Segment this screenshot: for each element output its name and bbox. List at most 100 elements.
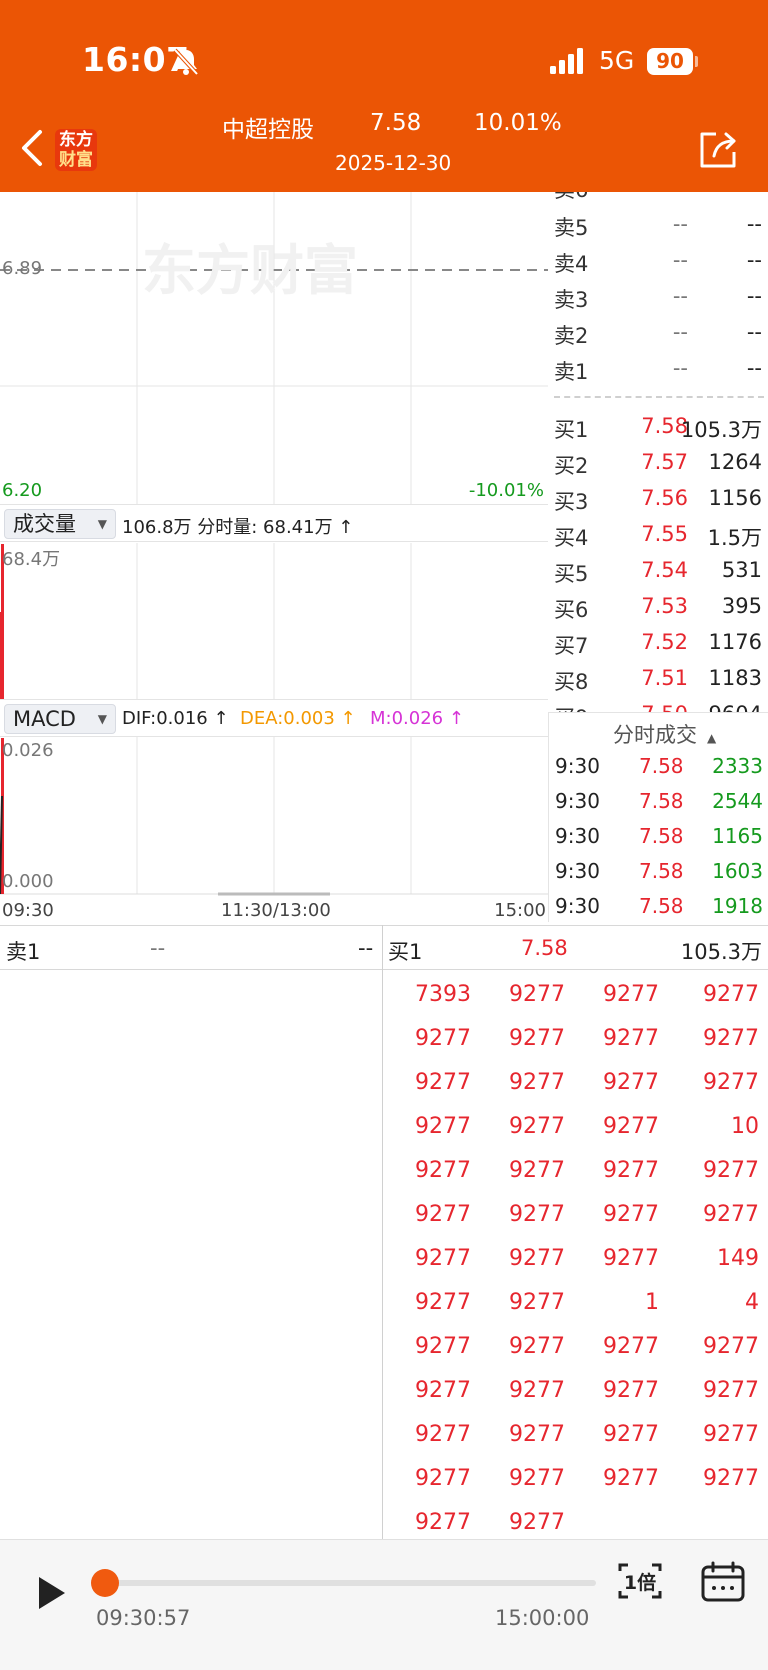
ask-volume: -- [746, 356, 762, 380]
ask-row: 卖1 -- -- [548, 356, 768, 392]
ask-label: 卖6 [554, 192, 588, 204]
queue-order: 9277 [603, 1070, 659, 1095]
queue-header: 卖1 -- -- 买1 7.58 105.3万 [0, 925, 768, 970]
queue-order: 9277 [415, 1202, 471, 1227]
bid-volume: 1264 [708, 450, 762, 474]
queue-order: 9277 [703, 1070, 759, 1095]
dropdown-caret-icon: ▼ [97, 712, 107, 726]
queue-order: 9277 [509, 1422, 565, 1447]
queue-order: 9277 [509, 1026, 565, 1051]
volume-max-label: 68.4万 [2, 549, 61, 570]
bid-row: 买2 7.57 1264 [548, 450, 768, 486]
bid-price: 7.56 [641, 486, 688, 510]
queue-order: 9277 [703, 1466, 759, 1491]
bid-price: 7.57 [641, 450, 688, 474]
queue-order: 9277 [415, 1422, 471, 1447]
ticks-title[interactable]: 分时成交 ▲ [613, 719, 716, 749]
ask-price: -- [672, 284, 688, 308]
bid-label: 买1 [554, 418, 589, 442]
logo-text-1: 东方 [59, 130, 93, 150]
bid-row: 买6 7.53 395 [548, 594, 768, 630]
tick-row: 9:30 7.58 2544 [549, 789, 768, 824]
signal-icon [550, 48, 583, 74]
ask-label: 卖5 [554, 216, 589, 240]
queue-order: 9277 [603, 1202, 659, 1227]
queue-order: 9277 [603, 1114, 659, 1139]
bid-row: 买9 7.50 9604 [548, 702, 768, 712]
tick-trades-panel[interactable]: 分时成交 ▲ 9:30 7.58 2333 9:30 7.58 2544 9:30… [548, 712, 768, 922]
battery-icon: 90 [647, 48, 693, 75]
macd-zero-label: 0.000 [2, 871, 54, 892]
tick-time: 9:30 [555, 824, 600, 848]
trade-date[interactable]: 2025-12-30 [335, 151, 451, 175]
bid-price: 7.50 [641, 702, 688, 712]
speed-button[interactable]: 1倍 [616, 1563, 664, 1599]
watermark: 东方财富 [142, 239, 358, 302]
tick-time: 9:30 [555, 789, 600, 813]
bid-row: 买5 7.54 531 [548, 558, 768, 594]
queue-order: 9277 [703, 982, 759, 1007]
queue-order: 9277 [603, 1026, 659, 1051]
volume-indicator-bar: 成交量 ▼ 106.8万 分时量: 68.41万 ↑ [0, 504, 548, 542]
queue-bid-price: 7.58 [521, 936, 568, 960]
queue-order: 9277 [603, 1158, 659, 1183]
time-axis-mid: 11:30/13:00 [221, 900, 331, 921]
bid-label: 买6 [554, 598, 589, 622]
bid-volume: 1176 [708, 630, 762, 654]
bid-label: 买3 [554, 490, 589, 514]
bid-row: 买8 7.51 1183 [548, 666, 768, 702]
logo-text-2: 财富 [59, 150, 93, 170]
bid-label: 买7 [554, 634, 589, 658]
queue-order: 9277 [509, 1158, 565, 1183]
macd-selector-label: MACD [13, 707, 76, 731]
queue-order: 9277 [509, 1070, 565, 1095]
bid-row: 买3 7.56 1156 [548, 486, 768, 522]
tick-volume: 1603 [712, 859, 763, 883]
queue-order: 9277 [703, 1378, 759, 1403]
bid-order-queue: 7393 9277 9277 9277 9277 9277 9277 9277 9277 9277… [383, 970, 768, 1538]
tick-row: 9:30 7.58 1165 [549, 824, 768, 859]
stock-price: 7.58 [370, 110, 422, 136]
ask-volume: -- [746, 212, 762, 236]
macd-max-label: 0.026 [2, 740, 54, 761]
queue-order: 9277 [415, 1246, 471, 1271]
macd-dea: DEA:0.003 ↑ [240, 708, 356, 729]
queue-order: 9277 [415, 1510, 471, 1535]
play-icon[interactable] [36, 1575, 68, 1611]
ask-label: 卖3 [554, 288, 589, 312]
replay-progress-handle[interactable] [91, 1569, 119, 1597]
network-type: 5G [599, 46, 635, 75]
bid-volume: 9604 [709, 702, 762, 712]
ask-row: 卖4 -- -- [548, 248, 768, 284]
queue-order: 9277 [415, 1158, 471, 1183]
tick-volume: 2544 [712, 789, 763, 813]
queue-order: 9277 [509, 1466, 565, 1491]
queue-order: 9277 [415, 1466, 471, 1491]
queue-order: 9277 [603, 1378, 659, 1403]
macd-indicator-bar: MACD ▼ DIF:0.016 ↑ DEA:0.003 ↑ M:0.026 ↑ [0, 699, 548, 737]
replay-progress-track[interactable] [104, 1580, 596, 1586]
bid-row: 买1 7.58 105.3万 [548, 414, 768, 450]
dropdown-caret-icon: ▼ [97, 517, 107, 531]
queue-order: 9277 [415, 1070, 471, 1095]
bid-price: 7.53 [641, 594, 688, 618]
bell-muted-icon [173, 48, 199, 76]
back-arrow-icon[interactable] [18, 128, 48, 168]
bid-label: 买2 [554, 454, 589, 478]
bid-volume: 1183 [708, 666, 762, 690]
queue-order: 9277 [603, 982, 659, 1007]
intraday-chart[interactable]: 东方财富 6.89 6.20 -10.01% 成交量 ▼ 106.8万 分时量:… [0, 192, 548, 922]
replay-player: 09:30:57 15:00:00 1倍 [0, 1539, 768, 1670]
bid-volume: 1156 [708, 486, 762, 510]
volume-selector[interactable]: 成交量 ▼ [4, 509, 116, 539]
ticks-title-label: 分时成交 [613, 723, 697, 747]
macd-selector[interactable]: MACD ▼ [4, 704, 116, 734]
queue-order: 9277 [415, 1378, 471, 1403]
calendar-icon[interactable] [700, 1561, 746, 1603]
queue-order: 9277 [603, 1466, 659, 1491]
queue-order: 9277 [509, 1510, 565, 1535]
queue-bid-label: 买1 [388, 940, 423, 964]
share-icon[interactable] [696, 128, 740, 172]
ask-label: 卖1 [554, 360, 589, 384]
queue-order: 9277 [509, 982, 565, 1007]
